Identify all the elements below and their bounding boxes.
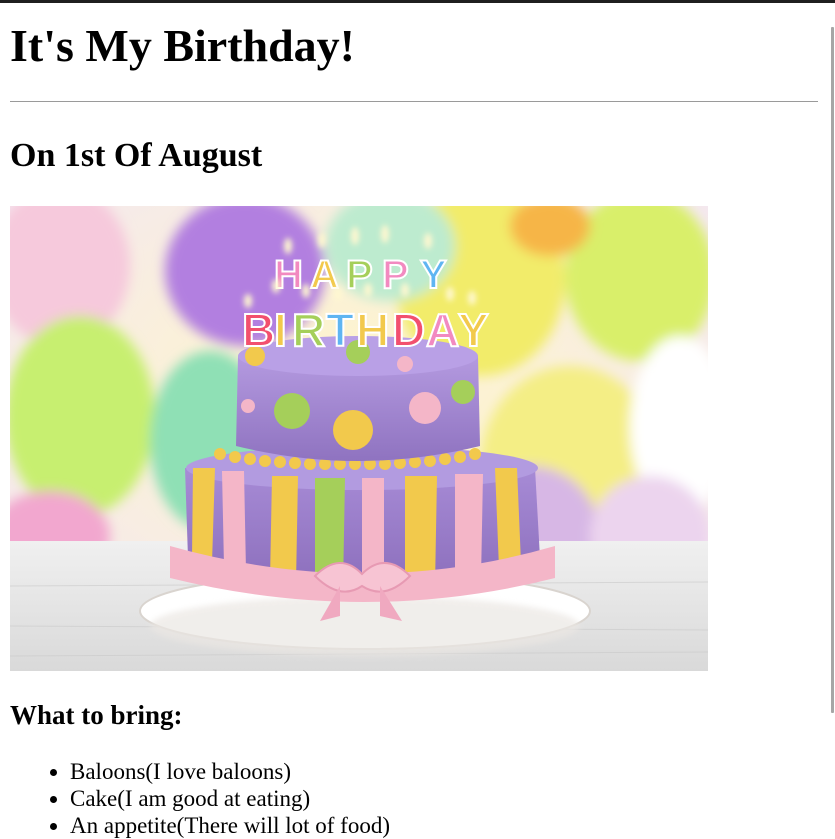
title-divider	[10, 101, 818, 102]
svg-text:Y: Y	[420, 253, 447, 297]
list-item: An appetite(There will lot of food)	[70, 812, 390, 839]
svg-text:H: H	[356, 304, 389, 356]
svg-text:T: T	[326, 304, 354, 356]
svg-text:A: A	[426, 304, 459, 356]
browser-top-edge	[0, 0, 835, 3]
svg-text:B: B	[242, 304, 275, 356]
bring-heading: What to bring:	[10, 700, 183, 730]
svg-text:I: I	[274, 304, 287, 356]
svg-text:Y: Y	[458, 304, 489, 356]
birthday-cake-image: H A P P Y B I R T H D A Y	[10, 206, 708, 671]
list-item: Baloons(I love baloons)	[70, 758, 390, 785]
bring-list: Baloons(I love baloons) Cake(I am good a…	[10, 758, 390, 839]
page-title: It's My Birthday!	[10, 20, 355, 71]
svg-text:A: A	[310, 253, 339, 297]
date-heading: On 1st Of August	[10, 137, 263, 174]
svg-text:R: R	[292, 304, 325, 356]
scrollbar-thumb[interactable]	[831, 27, 834, 713]
svg-text:D: D	[392, 304, 425, 356]
vertical-scrollbar[interactable]	[831, 3, 835, 829]
list-item: Cake(I am good at eating)	[70, 785, 390, 812]
